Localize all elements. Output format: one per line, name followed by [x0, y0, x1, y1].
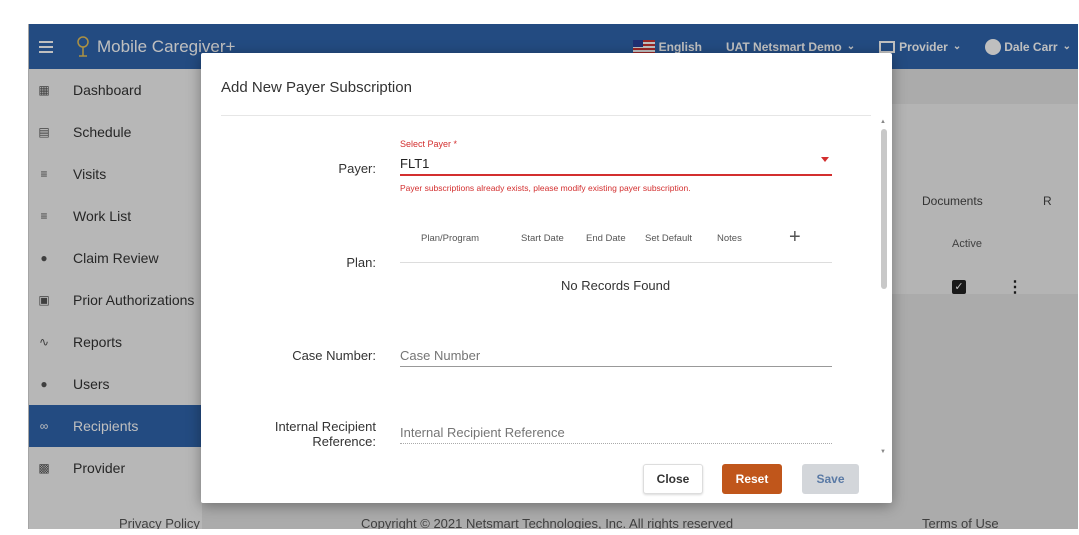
payer-select-label: Select Payer *: [400, 139, 458, 149]
scroll-down-icon[interactable]: ▼: [880, 449, 886, 455]
plan-column-end-date: End Date: [586, 233, 626, 244]
payer-select-underline: [400, 174, 832, 176]
scrollbar-thumb[interactable]: [881, 129, 887, 289]
plan-label: Plan:: [346, 255, 376, 270]
screen: Mobile Caregiver+ English UAT Netsmart D…: [0, 0, 1079, 535]
add-payer-subscription-dialog: Add New Payer Subscription Payer: Select…: [201, 53, 892, 503]
dropdown-arrow-icon[interactable]: [821, 157, 829, 162]
plan-column-notes: Notes: [717, 233, 742, 244]
divider: [221, 115, 871, 116]
case-number-input[interactable]: [400, 345, 832, 365]
scroll-up-icon[interactable]: ▲: [880, 119, 886, 125]
reset-button[interactable]: Reset: [722, 464, 782, 494]
save-button[interactable]: Save: [802, 464, 859, 494]
case-number-label: Case Number:: [292, 348, 376, 363]
case-number-underline: [400, 366, 832, 367]
plan-column-set-default: Set Default: [645, 233, 692, 244]
dialog-scrollbar[interactable]: ▲ ▼: [880, 119, 888, 459]
plan-empty-message: No Records Found: [561, 278, 671, 293]
internal-recipient-reference-label: Internal Recipient Reference:: [274, 419, 376, 449]
plan-column-start-date: Start Date: [521, 233, 564, 244]
plan-column-plan-program: Plan/Program: [421, 233, 480, 244]
payer-label: Payer:: [338, 161, 376, 176]
close-button[interactable]: Close: [643, 464, 703, 494]
payer-error-message: Payer subscriptions already exists, plea…: [400, 183, 691, 193]
internal-recipient-reference-input[interactable]: [400, 422, 832, 442]
dialog-title: Add New Payer Subscription: [221, 79, 412, 96]
internal-recipient-reference-underline: [400, 443, 832, 444]
plan-header-divider: [400, 262, 832, 263]
add-plan-icon[interactable]: +: [789, 226, 801, 249]
payer-select[interactable]: FLT1: [400, 156, 429, 171]
